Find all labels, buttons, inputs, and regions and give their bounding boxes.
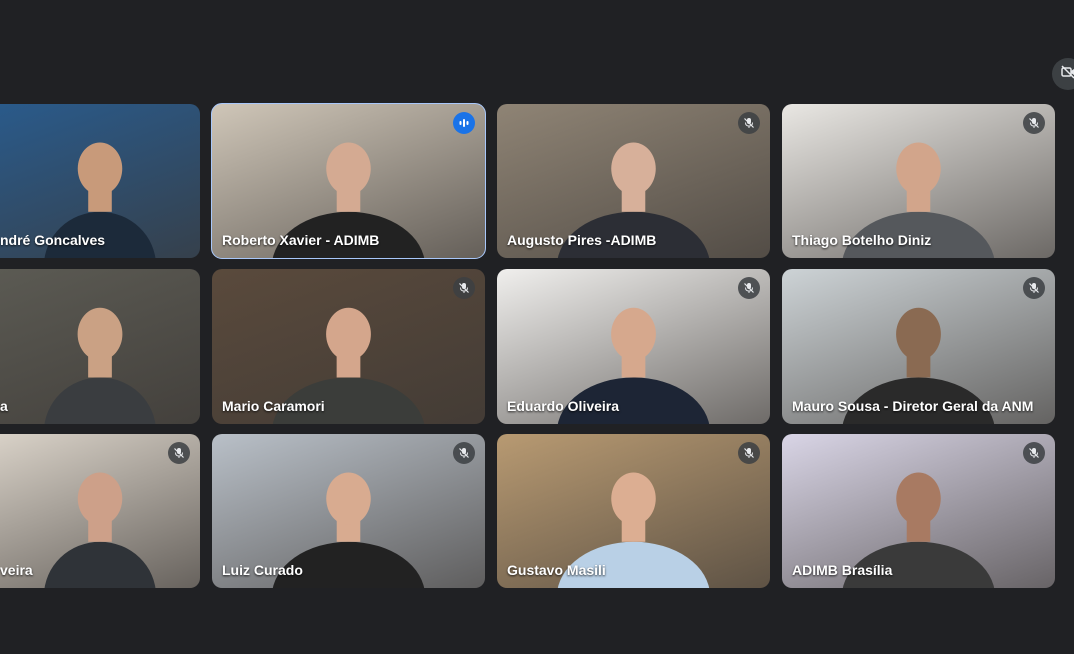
participant-tile[interactable]: Augusto Pires -ADIMB (497, 104, 770, 258)
participant-name: Augusto Pires -ADIMB (507, 232, 657, 248)
participant-tile[interactable]: ndré Goncalves (0, 104, 200, 258)
participant-tile[interactable]: veira (0, 434, 200, 588)
mic-off-icon (738, 112, 760, 134)
mic-off-icon (738, 442, 760, 464)
participant-name: Eduardo Oliveira (507, 398, 620, 414)
participant-tile[interactable]: ADIMB Brasília (782, 434, 1055, 588)
participant-name: Mario Caramori (222, 398, 325, 414)
mic-off-icon (453, 442, 475, 464)
participant-name: ndré Goncalves (0, 232, 106, 248)
participant-name: Mauro Sousa - Diretor Geral da ANM (792, 398, 1034, 414)
mic-off-icon (738, 277, 760, 299)
participant-tile[interactable]: a (0, 269, 200, 424)
participant-name: veira (0, 562, 33, 578)
mic-off-icon (1023, 112, 1045, 134)
participant-name: Gustavo Masili (507, 562, 606, 578)
participant-name: Roberto Xavier - ADIMB (222, 232, 380, 248)
mic-off-icon (1023, 442, 1045, 464)
participant-name: a (0, 398, 8, 414)
participant-name: Thiago Botelho Diniz (792, 232, 932, 248)
participant-tile[interactable]: Gustavo Masili (497, 434, 770, 588)
participant-tile[interactable]: Luiz Curado (212, 434, 485, 588)
participant-name: Luiz Curado (222, 562, 303, 578)
participant-name: ADIMB Brasília (792, 562, 893, 578)
video-feed (0, 269, 200, 424)
video-off-button[interactable] (1052, 58, 1074, 90)
participant-video (44, 307, 156, 424)
audio-level-icon (453, 112, 475, 134)
mic-off-icon (1023, 277, 1045, 299)
participant-tile[interactable]: Eduardo Oliveira (497, 269, 770, 424)
participant-tile[interactable]: Mario Caramori (212, 269, 485, 424)
video-off-icon (1060, 64, 1074, 85)
mic-off-icon (168, 442, 190, 464)
mic-off-icon (453, 277, 475, 299)
participant-tile[interactable]: Roberto Xavier - ADIMB (211, 103, 486, 259)
participant-tile[interactable]: Mauro Sousa - Diretor Geral da ANM (782, 269, 1055, 424)
participant-tile[interactable]: Thiago Botelho Diniz (782, 104, 1055, 258)
